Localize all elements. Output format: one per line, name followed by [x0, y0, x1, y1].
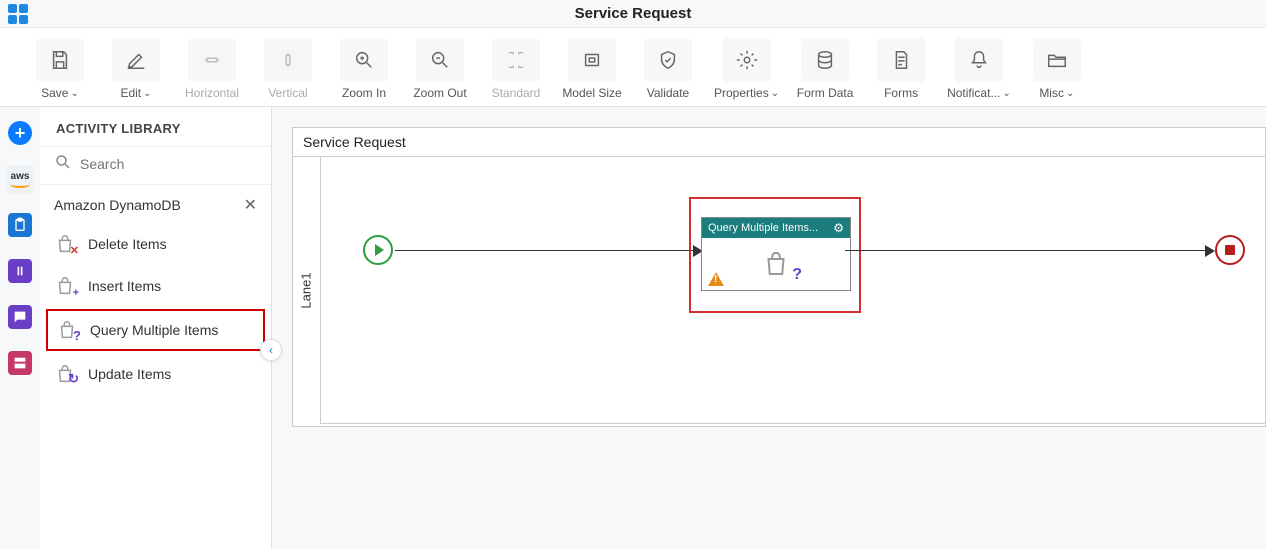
vertical-button[interactable]: Vertical: [258, 38, 318, 100]
text-tab[interactable]: ⅠⅠ: [6, 257, 34, 285]
close-icon[interactable]: ✕: [244, 195, 257, 215]
validate-icon: [644, 38, 692, 82]
gear-icon: [723, 38, 771, 82]
title-bar: Service Request: [0, 0, 1266, 28]
notifications-button[interactable]: Notificat...⌄: [947, 38, 1011, 100]
clipboard-tab[interactable]: [6, 211, 34, 239]
activity-query-multiple-items[interactable]: ? Query Multiple Items: [46, 309, 265, 351]
form-data-button[interactable]: Form Data: [795, 38, 855, 100]
misc-button[interactable]: Misc⌄: [1027, 38, 1087, 100]
start-node[interactable]: [363, 235, 393, 265]
database-icon: [801, 38, 849, 82]
vertical-icon: [264, 38, 312, 82]
zoom-in-button[interactable]: Zoom In: [334, 38, 394, 100]
model-size-icon: [568, 38, 616, 82]
zoom-out-icon: [416, 38, 464, 82]
activity-label: Query Multiple Items: [90, 322, 218, 338]
document-icon: [877, 38, 925, 82]
collapse-sidebar-button[interactable]: ‹: [260, 339, 282, 361]
edit-button[interactable]: Edit⌄: [106, 38, 166, 100]
edit-icon: [112, 38, 160, 82]
bell-icon: [955, 38, 1003, 82]
lane-label: Lane1: [293, 157, 321, 424]
arrowhead-icon: [1205, 245, 1215, 257]
zoom-in-icon: [340, 38, 388, 82]
end-node[interactable]: [1215, 235, 1245, 265]
left-rail: + aws ⅠⅠ: [0, 107, 40, 549]
gear-icon[interactable]: ⚙: [833, 221, 844, 235]
model-size-button[interactable]: Model Size: [562, 38, 622, 100]
activity-node[interactable]: Query Multiple Items... ⚙ ?: [701, 217, 851, 291]
category-label: Amazon DynamoDB: [54, 197, 181, 213]
folder-icon: [1033, 38, 1081, 82]
search-icon: [54, 153, 72, 174]
horizontal-icon: [188, 38, 236, 82]
chat-tab[interactable]: [6, 303, 34, 331]
warning-icon: [708, 272, 724, 286]
canvas-title: Service Request: [293, 128, 1265, 157]
standard-icon: [492, 38, 540, 82]
lane: Lane1 Query Multiple Items... ⚙ ?: [293, 157, 1265, 424]
app-logo-icon[interactable]: [6, 2, 30, 26]
validate-button[interactable]: Validate: [638, 38, 698, 100]
note-tab[interactable]: [6, 349, 34, 377]
activity-body: ?: [702, 238, 850, 290]
lane-content[interactable]: Query Multiple Items... ⚙ ?: [321, 157, 1265, 424]
save-icon: [36, 38, 84, 82]
question-icon: ?: [792, 266, 802, 284]
bag-icon: ✕: [54, 233, 76, 255]
add-button[interactable]: +: [6, 119, 34, 147]
forms-button[interactable]: Forms: [871, 38, 931, 100]
sidebar-title: ACTIVITY LIBRARY: [40, 107, 271, 146]
activity-library-panel: ACTIVITY LIBRARY Amazon DynamoDB ✕ ✕ Del…: [40, 107, 272, 549]
process-canvas[interactable]: Service Request Lane1 Query Multiple Ite…: [292, 127, 1266, 427]
activity-update-items[interactable]: ↻ Update Items: [40, 353, 271, 395]
page-title: Service Request: [575, 5, 692, 22]
activity-header: Query Multiple Items... ⚙: [702, 218, 850, 238]
bag-icon: +: [54, 275, 76, 297]
horizontal-button[interactable]: Horizontal: [182, 38, 242, 100]
activity-insert-items[interactable]: + Insert Items: [40, 265, 271, 307]
connector: [845, 250, 1211, 251]
bag-icon: ↻: [54, 363, 76, 385]
standard-button[interactable]: Standard: [486, 38, 546, 100]
bag-icon: ?: [56, 319, 78, 341]
toolbar: Save⌄ Edit⌄ Horizontal Vertical Zoom In …: [0, 28, 1266, 107]
activity-delete-items[interactable]: ✕ Delete Items: [40, 223, 271, 265]
category-header: Amazon DynamoDB ✕: [40, 185, 271, 223]
activity-title: Query Multiple Items...: [708, 222, 818, 234]
canvas-area: Service Request Lane1 Query Multiple Ite…: [272, 107, 1266, 549]
search-row: [40, 146, 271, 185]
aws-tab[interactable]: aws: [6, 165, 34, 193]
save-button[interactable]: Save⌄: [30, 38, 90, 100]
connector: [395, 250, 695, 251]
activity-label: Update Items: [88, 366, 171, 382]
zoom-out-button[interactable]: Zoom Out: [410, 38, 470, 100]
activity-label: Delete Items: [88, 236, 167, 252]
activity-label: Insert Items: [88, 278, 161, 294]
search-input[interactable]: [80, 156, 261, 172]
properties-button[interactable]: Properties⌄: [714, 38, 779, 100]
